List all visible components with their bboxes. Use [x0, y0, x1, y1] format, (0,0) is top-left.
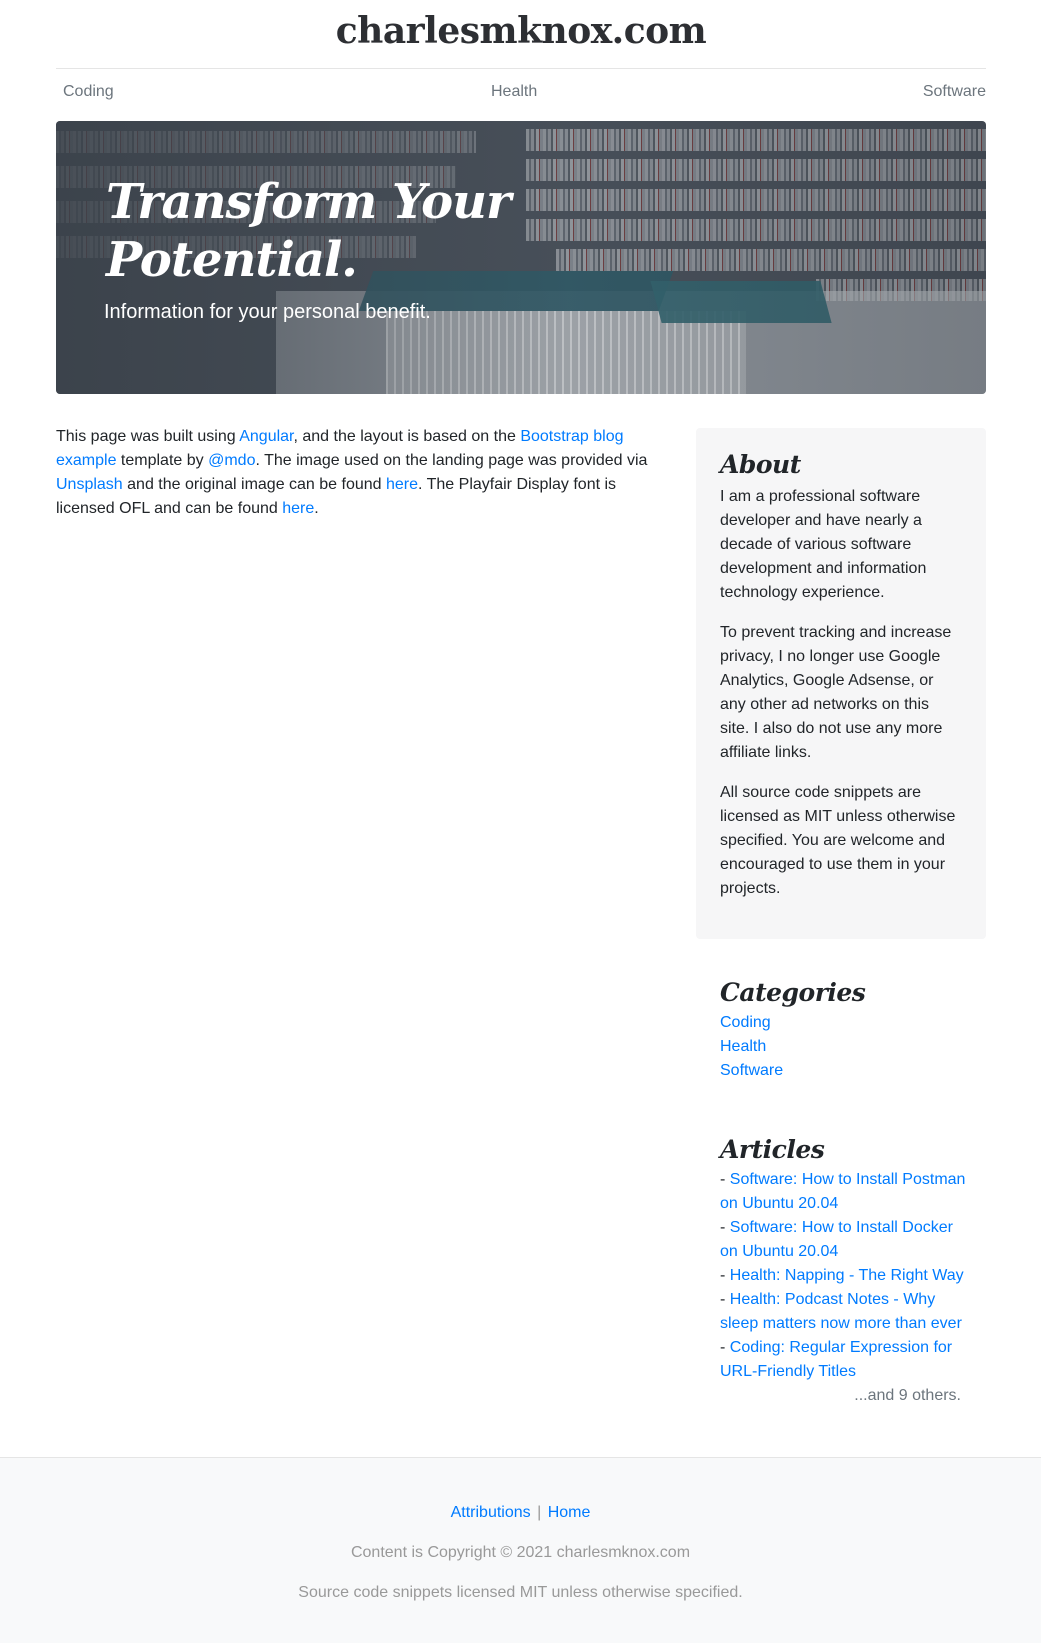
list-item: - Health: Podcast Notes - Why sleep matt…: [720, 1288, 970, 1336]
more-articles-note: ...and 9 others.: [854, 1387, 961, 1404]
about-heading: About: [720, 450, 801, 479]
category-link-health[interactable]: Health: [720, 1035, 986, 1059]
intro-text: . The image used on the landing page was…: [255, 452, 648, 469]
home-link[interactable]: Home: [548, 1504, 591, 1521]
list-item: - Health: Napping - The Right Way: [720, 1264, 970, 1288]
copyright-text: Content is Copyright © 2021 charlesmknox…: [350, 1544, 691, 1561]
about-box: About I am a professional software devel…: [696, 428, 986, 939]
bullet-dash: -: [720, 1267, 730, 1284]
intro-text: .: [314, 500, 319, 517]
attributions-link[interactable]: Attributions: [451, 1504, 531, 1521]
article-link[interactable]: Health: Podcast Notes - Why sleep matter…: [720, 1291, 962, 1332]
list-item: - Software: How to Install Docker on Ubu…: [720, 1216, 970, 1264]
nav-link-coding[interactable]: Coding: [63, 83, 114, 101]
categories-heading: Categories: [720, 978, 866, 1007]
site-title[interactable]: charlesmknox.com: [56, 10, 986, 52]
license-text: Source code snippets licensed MIT unless…: [298, 1584, 743, 1601]
nav-link-software[interactable]: Software: [923, 83, 986, 101]
intro-text: This page was built using: [56, 428, 240, 445]
mdo-link[interactable]: @mdo: [208, 452, 255, 469]
unsplash-link[interactable]: Unsplash: [56, 476, 123, 493]
article-link[interactable]: Health: Napping - The Right Way: [730, 1267, 964, 1284]
top-nav: Coding Health Software: [56, 69, 986, 117]
site-footer: Attributions | Home Content is Copyright…: [0, 1457, 1041, 1643]
articles-section: Articles - Software: How to Install Post…: [720, 1135, 970, 1408]
category-link-software[interactable]: Software: [720, 1059, 986, 1083]
bullet-dash: -: [720, 1171, 730, 1188]
nav-link-health[interactable]: Health: [491, 83, 537, 101]
intro-text: template by: [116, 452, 209, 469]
main-content: This page was built using Angular, and t…: [56, 425, 656, 521]
list-item: - Software: How to Install Postman on Ub…: [720, 1168, 970, 1216]
about-paragraph: I am a professional software developer a…: [720, 488, 927, 601]
article-link[interactable]: Software: How to Install Docker on Ubunt…: [720, 1219, 953, 1260]
site-header: charlesmknox.com: [56, 0, 986, 69]
intro-text: and the original image can be found: [122, 476, 386, 493]
intro-text: , and the layout is based on the: [293, 428, 521, 445]
hero-banner: Transform Your Potential. Information fo…: [56, 121, 986, 394]
article-link[interactable]: Software: How to Install Postman on Ubun…: [720, 1171, 965, 1212]
hero-title: Transform Your Potential.: [106, 174, 511, 288]
category-link-coding[interactable]: Coding: [720, 1011, 986, 1035]
article-link[interactable]: Coding: Regular Expression for URL-Frien…: [720, 1339, 952, 1380]
list-item: - Coding: Regular Expression for URL-Fri…: [720, 1336, 970, 1384]
footer-links: Attributions | Home: [0, 1504, 1041, 1522]
original-image-link[interactable]: here: [386, 476, 418, 493]
articles-heading: Articles: [720, 1135, 825, 1164]
footer-separator: |: [537, 1504, 542, 1521]
bullet-dash: -: [720, 1339, 730, 1356]
hero-lead: Information for your personal benefit.: [104, 301, 431, 323]
about-paragraph: To prevent tracking and increase privacy…: [720, 624, 952, 761]
about-paragraph: All source code snippets are licensed as…: [720, 784, 956, 897]
bullet-dash: -: [720, 1219, 730, 1236]
angular-link[interactable]: Angular: [239, 428, 293, 445]
playfair-font-link[interactable]: here: [282, 500, 314, 517]
categories-section: Categories Coding Health Software: [720, 978, 986, 1083]
intro-paragraph: This page was built using Angular, and t…: [56, 425, 656, 521]
bullet-dash: -: [720, 1291, 730, 1308]
